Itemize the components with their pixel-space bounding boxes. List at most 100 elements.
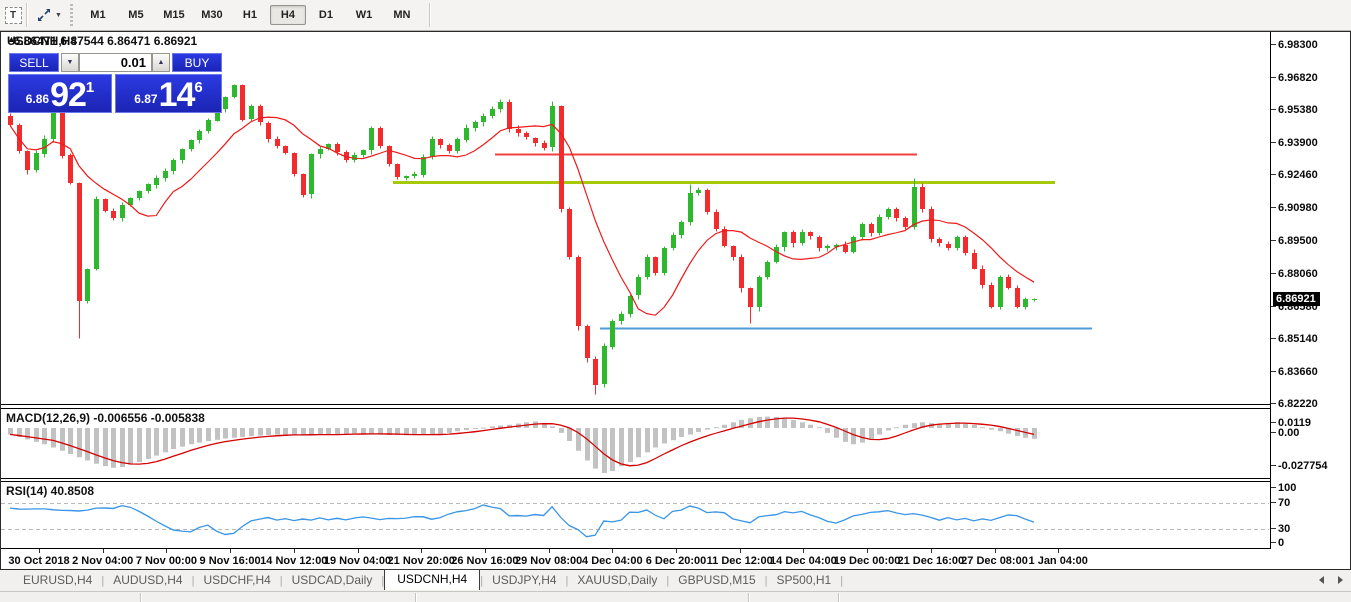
price-axis-label: 6.82220 [1278,398,1318,410]
toolbar: T ▼ M1M5M15M30H1H4D1W1MN [0,0,1351,31]
chart-tab-usdcnh[interactable]: USDCNH,H4 [384,569,480,590]
buy-price-panel[interactable]: 6.87 14 6 [115,74,222,113]
date-axis-label: 9 Nov 16:00 [200,555,261,567]
date-axis-label: 29 Nov 08:00 [515,555,582,567]
date-axis-label: 19 Dec 00:00 [834,555,901,567]
date-axis-tick [995,549,996,553]
volume-input[interactable]: 0.01 [79,53,152,72]
date-axis-tick [421,549,422,553]
date-axis-tick [1058,549,1059,553]
chart-tab-usdjpy[interactable]: USDJPY,H4 [483,571,565,590]
timeframe-button-m1[interactable]: M1 [80,5,116,25]
chart-tab-eurusd[interactable]: EURUSD,H4 [14,571,101,590]
date-axis-label: 4 Dec 04:00 [582,555,643,567]
chart-ohlc-values: 6.86471 6.87544 6.86471 6.86921 [14,34,198,48]
date-axis-label: 27 Dec 08:00 [961,555,1028,567]
chart-tab-sp500[interactable]: SP500,H1 [768,571,841,590]
price-axis-label: 6.96820 [1278,72,1318,84]
date-axis-tick [612,549,613,553]
rsi-axis-label: 0 [1278,537,1284,549]
date-axis-tick [676,549,677,553]
date-axis-label: 6 Dec 20:00 [646,555,707,567]
date-axis-tick [230,549,231,553]
price-axis-label: 6.83660 [1278,366,1318,378]
price-axis-label: 6.88060 [1278,268,1318,280]
price-axis-label: 6.95380 [1278,104,1318,116]
price-axis-label: 6.93900 [1278,137,1318,149]
timeframe-button-d1[interactable]: D1 [308,5,344,25]
timeframe-button-m30[interactable]: M30 [194,5,230,25]
date-axis-label: 11 Dec 12:00 [707,555,773,567]
tab-scroll-arrows [1319,576,1343,584]
tab-scroll-left-icon[interactable] [1319,576,1324,584]
chevron-down-icon[interactable]: ▼ [55,12,62,19]
tab-separator: | [840,575,843,590]
date-axis-tick [549,549,550,553]
timeframe-button-m15[interactable]: M15 [156,5,192,25]
chart-tab-audusd[interactable]: AUDUSD,H4 [104,571,191,590]
date-axis-label: 30 Oct 2018 [8,555,69,567]
timeframe-button-m5[interactable]: M5 [118,5,154,25]
sell-price-base: 6.86 [26,92,49,106]
main-panel-bottom-border[interactable] [1,404,1270,405]
timeframe-button-group: M1M5M15M30H1H4D1W1MN [79,5,421,25]
rsi-panel-top-border [1,481,1270,482]
volume-decrease-button[interactable]: ▼ [61,53,79,72]
tab-scroll-right-icon[interactable] [1338,576,1343,584]
buy-price-point: 6 [194,79,202,96]
rsi-axis-label: 30 [1278,523,1290,535]
chart-tab-usdcad[interactable]: USDCAD,Daily [283,571,382,590]
date-axis-label: 14 Nov 12:00 [260,555,327,567]
text-label-tool-icon[interactable]: T [4,6,22,24]
rsi-axis-label: 100 [1278,482,1296,494]
date-axis-label: 7 Nov 00:00 [136,555,197,567]
buy-price-base: 6.87 [134,92,157,106]
date-axis-tick [867,549,868,553]
date-axis-tick [39,549,40,553]
chart-window: ▲USDCNH,H4 6.86471 6.87544 6.86471 6.869… [0,31,1351,570]
toolbar-separator [26,3,27,27]
chart-tab-bar: EURUSD,H4|AUDUSD,H4|USDCHF,H4|USDCAD,Dai… [0,571,1351,590]
date-axis-label: 14 Dec 04:00 [770,555,837,567]
date-axis-tick [294,549,295,553]
rsi-label: RSI(14) 40.8508 [6,484,94,498]
chart-tab-usdchf[interactable]: USDCHF,H4 [194,571,279,590]
current-price-label: 6.86921 [1273,292,1320,306]
rsi-indicator-canvas[interactable] [1,482,1270,547]
status-bar [0,591,1351,602]
price-axis-label: 6.89500 [1278,235,1318,247]
macd-axis-label: 0.00 [1278,427,1299,439]
sell-price-point: 1 [86,79,94,96]
date-axis-label: 21 Dec 16:00 [897,555,964,567]
price-axis-label: 6.85140 [1278,333,1318,345]
date-axis-tick [103,549,104,553]
chart-tab-gbpusd[interactable]: GBPUSD,M15 [669,571,764,590]
macd-panel-top-border [1,408,1270,409]
rsi-panel-bottom-border [1,548,1271,549]
macd-label: MACD(12,26,9) -0.006556 -0.005838 [6,411,205,425]
sell-price-panel[interactable]: 6.86 92 1 [8,74,112,113]
macd-panel-bottom-border[interactable] [1,478,1270,479]
date-axis-tick [485,549,486,553]
price-axis-label: 6.92460 [1278,169,1318,181]
buy-button[interactable]: BUY [172,53,222,72]
date-axis-tick [931,549,932,553]
timeframe-button-h4[interactable]: H4 [270,5,306,25]
timeframe-button-w1[interactable]: W1 [346,5,382,25]
date-axis-tick [740,549,741,553]
indicators-arrows-icon[interactable] [35,6,53,24]
rsi-axis-label: 70 [1278,497,1290,509]
chart-tab-xauusd[interactable]: XAUUSD,Daily [568,571,666,590]
macd-axis-label: -0.027754 [1278,460,1328,472]
timeframe-button-h1[interactable]: H1 [232,5,268,25]
date-axis-tick [166,549,167,553]
date-axis-label: 1 Jan 04:00 [1029,555,1088,567]
volume-increase-button[interactable]: ▲ [152,53,170,72]
chart-header: ▲USDCNH,H4 6.86471 6.87544 6.86471 6.869… [7,34,14,48]
price-axis-label: 6.90980 [1278,202,1318,214]
sell-button[interactable]: SELL [9,53,59,72]
toolbar-grip[interactable] [70,4,73,26]
timeframe-button-mn[interactable]: MN [384,5,420,25]
sell-price-pips: 92 [50,80,86,110]
date-axis-label: 26 Nov 16:00 [451,555,518,567]
